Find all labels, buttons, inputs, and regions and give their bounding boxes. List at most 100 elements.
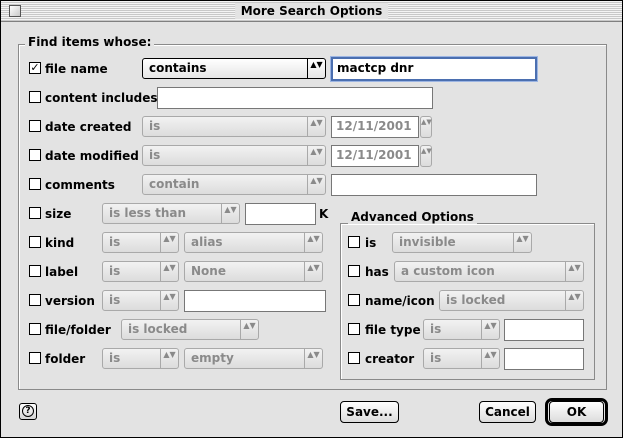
folder-operator-popup[interactable]: is ▲▼ xyxy=(102,348,179,369)
ok-button[interactable]: OK xyxy=(549,401,604,423)
updown-arrow-icon: ▲▼ xyxy=(221,204,239,223)
find-items-label: Find items whose: xyxy=(25,35,155,49)
adv-file-type-operator-popup[interactable]: is ▲▼ xyxy=(423,319,500,340)
adv-has-checkbox[interactable] xyxy=(348,265,360,277)
check-icon: ✓ xyxy=(30,61,40,74)
popup-value: contain xyxy=(149,177,200,191)
file-folder-label: file/folder xyxy=(45,323,111,337)
adv-creator-label: creator xyxy=(365,352,415,366)
date-modified-field[interactable]: 12/11/2001 xyxy=(331,145,419,167)
updown-arrow-icon: ▲▼ xyxy=(307,59,325,78)
updown-arrow-icon: ▲▼ xyxy=(307,146,325,165)
popup-value: is xyxy=(149,119,161,133)
updown-arrow-icon: ▲▼ xyxy=(304,349,322,368)
date-modified-checkbox[interactable] xyxy=(29,149,41,161)
help-button[interactable]: ? xyxy=(19,403,37,420)
adv-name-icon-popup[interactable]: is locked ▲▼ xyxy=(439,290,584,311)
kind-operator-popup[interactable]: is ▲▼ xyxy=(102,232,179,253)
updown-arrow-icon: ▲▼ xyxy=(240,320,258,339)
adv-is-popup[interactable]: invisible ▲▼ xyxy=(392,232,532,253)
popup-value: empty xyxy=(191,351,234,365)
folder-checkbox[interactable] xyxy=(29,352,41,364)
adv-has-popup[interactable]: a custom icon ▲▼ xyxy=(394,261,584,282)
popup-value: is xyxy=(430,351,442,365)
adv-creator-checkbox[interactable] xyxy=(348,352,360,364)
label-value-popup[interactable]: None ▲▼ xyxy=(184,261,323,282)
adv-creator-operator-popup[interactable]: is ▲▼ xyxy=(423,348,500,369)
comments-checkbox[interactable] xyxy=(29,178,41,190)
size-operator-popup[interactable]: is less than ▲▼ xyxy=(102,203,240,224)
updown-arrow-icon: ▲▼ xyxy=(481,320,499,339)
popup-value: a custom icon xyxy=(401,264,495,278)
help-icon: ? xyxy=(22,405,34,417)
updown-arrow-icon: ▲▼ xyxy=(304,233,322,252)
date-created-operator-popup[interactable]: is ▲▼ xyxy=(142,116,326,137)
window-title: More Search Options xyxy=(234,3,389,19)
version-operator-popup[interactable]: is ▲▼ xyxy=(102,290,179,311)
comments-operator-popup[interactable]: contain ▲▼ xyxy=(142,174,326,195)
popup-value: is xyxy=(109,293,121,307)
size-label: size xyxy=(45,207,72,221)
adv-file-type-label: file type xyxy=(365,323,421,337)
adv-name-icon-label: name/icon xyxy=(365,294,435,308)
file-folder-checkbox[interactable] xyxy=(29,323,41,335)
popup-value: alias xyxy=(191,235,223,249)
kind-value-popup[interactable]: alias ▲▼ xyxy=(184,232,323,253)
date-modified-stepper[interactable]: ▲▼ xyxy=(420,145,432,167)
file-name-operator-popup[interactable]: contains ▲▼ xyxy=(142,58,326,79)
updown-arrow-icon: ▲▼ xyxy=(160,262,178,281)
label-operator-popup[interactable]: is ▲▼ xyxy=(102,261,179,282)
date-modified-operator-popup[interactable]: is ▲▼ xyxy=(142,145,326,166)
popup-value: is xyxy=(430,322,442,336)
file-name-checkbox[interactable]: ✓ xyxy=(29,62,41,74)
adv-file-type-field[interactable] xyxy=(504,319,584,341)
adv-has-label: has xyxy=(365,265,389,279)
close-box[interactable] xyxy=(9,5,21,17)
date-modified-label: date modified xyxy=(45,149,139,163)
popup-value: is less than xyxy=(109,206,187,220)
updown-arrow-icon: ▲▼ xyxy=(565,262,583,281)
date-created-field[interactable]: 12/11/2001 xyxy=(331,116,419,138)
updown-arrow-icon: ▲▼ xyxy=(513,233,531,252)
adv-name-icon-checkbox[interactable] xyxy=(348,294,360,306)
label-label: label xyxy=(45,265,79,279)
updown-arrow-icon: ▲▼ xyxy=(160,349,178,368)
popup-value: is locked xyxy=(446,293,506,307)
adv-file-type-checkbox[interactable] xyxy=(348,323,360,335)
adv-creator-field[interactable] xyxy=(504,348,584,370)
more-search-options-window: More Search Options Find items whose: ✓ … xyxy=(0,0,623,438)
kind-label: kind xyxy=(45,236,75,250)
folder-label: folder xyxy=(45,352,86,366)
kind-checkbox[interactable] xyxy=(29,236,41,248)
popup-value: is xyxy=(109,351,121,365)
size-field[interactable] xyxy=(245,203,316,225)
popup-value: contains xyxy=(149,61,207,75)
comments-label: comments xyxy=(45,178,115,192)
file-name-field[interactable]: mactcp dnr xyxy=(331,57,537,81)
label-checkbox[interactable] xyxy=(29,265,41,277)
popup-value: is locked xyxy=(128,322,188,336)
date-created-stepper[interactable]: ▲▼ xyxy=(420,116,432,138)
folder-value-popup[interactable]: empty ▲▼ xyxy=(184,348,323,369)
date-created-label: date created xyxy=(45,120,132,134)
file-folder-operator-popup[interactable]: is locked ▲▼ xyxy=(121,319,259,340)
comments-field[interactable] xyxy=(331,174,537,196)
content-includes-label: content includes xyxy=(45,91,158,105)
content-includes-field[interactable] xyxy=(157,87,433,109)
version-label: version xyxy=(45,294,95,308)
adv-is-label: is xyxy=(365,236,377,250)
advanced-options-label: Advanced Options xyxy=(348,210,477,224)
content-includes-checkbox[interactable] xyxy=(29,91,41,103)
popup-value: None xyxy=(191,264,226,278)
size-checkbox[interactable] xyxy=(29,207,41,219)
version-checkbox[interactable] xyxy=(29,294,41,306)
date-created-checkbox[interactable] xyxy=(29,120,41,132)
adv-is-checkbox[interactable] xyxy=(348,236,360,248)
updown-arrow-icon: ▲▼ xyxy=(481,349,499,368)
file-name-label: file name xyxy=(45,62,108,76)
updown-arrow-icon: ▲▼ xyxy=(160,233,178,252)
title-bar[interactable]: More Search Options xyxy=(1,1,622,22)
version-field[interactable] xyxy=(184,290,326,312)
cancel-button[interactable]: Cancel xyxy=(479,401,536,423)
save-button[interactable]: Save... xyxy=(340,401,399,423)
